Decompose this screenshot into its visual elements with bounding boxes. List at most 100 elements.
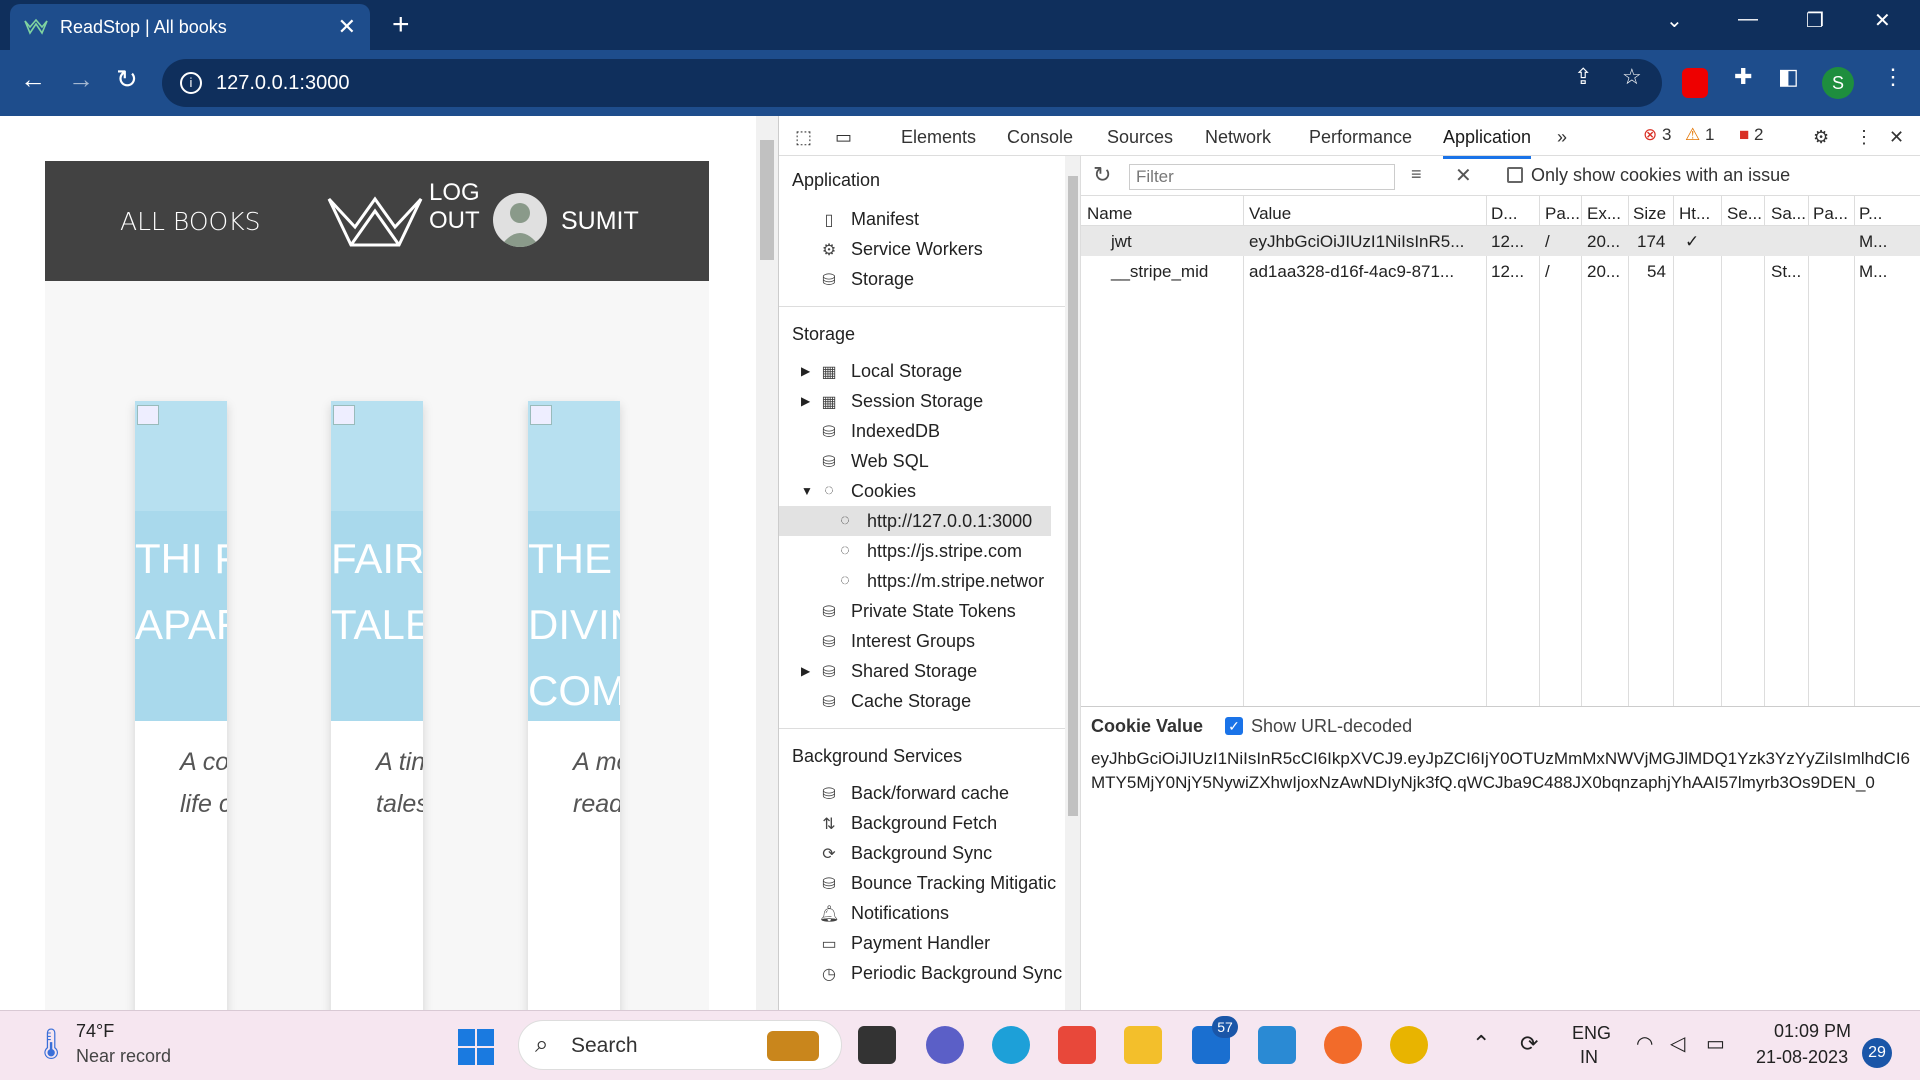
sidebar-item-private-state-tokens[interactable]: ⛁ Private State Tokens: [819, 596, 1015, 626]
windows-start-icon[interactable]: [458, 1029, 494, 1065]
sidebar-item-session-storage[interactable]: ▶ ▦ Session Storage: [801, 386, 983, 416]
delete-selected-icon[interactable]: ✕: [1455, 163, 1472, 188]
site-info-icon[interactable]: i: [180, 72, 202, 94]
filter-input[interactable]: Filter: [1129, 164, 1395, 190]
sidebar-item-service-workers[interactable]: ⚙ Service Workers: [819, 234, 983, 264]
column-header[interactable]: Name: [1087, 204, 1132, 224]
column-header[interactable]: Sa...: [1771, 204, 1806, 224]
tab-close-icon[interactable]: ✕: [338, 14, 356, 40]
expand-arrow-icon[interactable]: ▶: [801, 394, 819, 408]
sidebar-item-interest-groups[interactable]: ⛁ Interest Groups: [819, 626, 975, 656]
page-scrollbar[interactable]: [756, 116, 778, 1010]
table-row[interactable]: jwt eyJhbGciOiJIUzI1NiIsInR5... 12... / …: [1081, 226, 1920, 256]
edge-browser-icon[interactable]: [992, 1026, 1030, 1064]
close-devtools-icon[interactable]: ✕: [1889, 127, 1904, 148]
expand-arrow-icon[interactable]: ▶: [801, 664, 819, 678]
reload-button[interactable]: ↻: [116, 64, 138, 95]
sync-tray-icon[interactable]: ⟳: [1520, 1031, 1538, 1057]
column-header[interactable]: Value: [1249, 204, 1291, 224]
share-icon[interactable]: ⇪: [1574, 64, 1592, 90]
error-count-badge[interactable]: ⊗ 3: [1643, 125, 1671, 145]
sidebar-scrollbar[interactable]: [1065, 156, 1080, 1010]
tab-console[interactable]: Console: [1007, 127, 1073, 148]
sidebar-item-notifications[interactable]: 🔔︎ Notifications: [819, 898, 949, 928]
language-top[interactable]: ENG: [1572, 1023, 1611, 1044]
back-button[interactable]: ←: [20, 64, 46, 95]
sidebar-item-storage[interactable]: ⛁ Storage: [819, 264, 914, 294]
cookie-value-text[interactable]: eyJhbGciOiJIUzI1NiIsInR5cCI6IkpXVCJ9.eyJ…: [1091, 747, 1911, 795]
sidebar-item-background-fetch[interactable]: ⇅ Background Fetch: [819, 808, 997, 838]
file-explorer-icon[interactable]: [1124, 1026, 1162, 1064]
expand-arrow-icon[interactable]: ▶: [801, 364, 819, 378]
warning-count-badge[interactable]: ⚠ 1: [1685, 125, 1714, 145]
sidebar-scrollbar-thumb[interactable]: [1068, 176, 1078, 816]
column-header[interactable]: Size: [1633, 204, 1666, 224]
new-tab-button[interactable]: +: [392, 10, 410, 40]
clock-date[interactable]: 21-08-2023: [1756, 1047, 1848, 1068]
settings-gear-icon[interactable]: ⚙: [1813, 127, 1829, 148]
volume-icon[interactable]: ◁: [1670, 1031, 1685, 1056]
book-card[interactable]: THE DIVIN COM A mon epic that read journ: [528, 401, 620, 1010]
tab-application[interactable]: Application: [1443, 127, 1532, 159]
mail-icon[interactable]: 57: [1192, 1016, 1238, 1064]
notification-count[interactable]: 29: [1862, 1038, 1892, 1068]
clear-all-icon[interactable]: ≡: [1411, 164, 1422, 185]
column-header[interactable]: Pa...: [1813, 204, 1848, 224]
taskbar-search[interactable]: ⌕ Search: [518, 1020, 842, 1070]
cookie-origin-js-stripe[interactable]: ◌ https://js.stripe.com: [835, 536, 1022, 566]
thermometer-icon[interactable]: 🌡︎: [32, 1027, 70, 1062]
crown-logo-icon[interactable]: [325, 191, 425, 251]
teams-chat-icon[interactable]: [926, 1026, 964, 1064]
weather-temp[interactable]: 74°F: [76, 1021, 114, 1042]
collapse-arrow-icon[interactable]: ▼: [801, 484, 819, 498]
forward-button[interactable]: →: [68, 64, 94, 95]
show-decoded-checkbox[interactable]: ✓: [1225, 717, 1243, 735]
sidebar-item-shared-storage[interactable]: ▶ ⛁ Shared Storage: [801, 656, 977, 686]
user-name[interactable]: SUMIT: [561, 207, 639, 236]
more-tabs-icon[interactable]: »: [1557, 127, 1567, 148]
tab-performance[interactable]: Performance: [1309, 127, 1412, 148]
column-header[interactable]: D...: [1491, 204, 1517, 224]
chrome-icon[interactable]: [1390, 1026, 1428, 1064]
column-header[interactable]: Se...: [1727, 204, 1762, 224]
user-avatar[interactable]: [493, 193, 547, 247]
book-card[interactable]: THI FALL APAR A co nove explo life c Oko…: [135, 401, 227, 1010]
tab-search-icon[interactable]: ⌄: [1666, 8, 1683, 33]
tab-elements[interactable]: Elements: [901, 127, 976, 148]
cookie-origin-m-stripe[interactable]: ◌ https://m.stripe.networ: [835, 566, 1044, 596]
drawing-app-icon[interactable]: [1324, 1026, 1362, 1064]
nav-all-books-link[interactable]: ALL BOOKS: [120, 207, 260, 236]
bookmark-star-icon[interactable]: ☆: [1622, 64, 1642, 90]
profile-avatar[interactable]: S: [1822, 67, 1854, 99]
sidebar-item-local-storage[interactable]: ▶ ▦ Local Storage: [801, 356, 962, 386]
refresh-icon[interactable]: ↻: [1093, 162, 1111, 188]
page-scrollbar-thumb[interactable]: [760, 140, 774, 260]
chevron-up-icon[interactable]: ⌃: [1472, 1031, 1490, 1057]
vscode-icon[interactable]: [1258, 1026, 1296, 1064]
address-bar[interactable]: i 127.0.0.1:3000: [162, 59, 1662, 107]
sidebar-item-indexeddb[interactable]: ⛁ IndexedDB: [819, 416, 940, 446]
sidebar-item-payment-handler[interactable]: ▭ Payment Handler: [819, 928, 990, 958]
wifi-icon[interactable]: ◠: [1636, 1031, 1653, 1056]
tab-network[interactable]: Network: [1205, 127, 1271, 148]
clock-time[interactable]: 01:09 PM: [1774, 1021, 1851, 1042]
tab-sources[interactable]: Sources: [1107, 127, 1173, 148]
sidebar-item-periodic-sync[interactable]: ◷ Periodic Background Sync: [819, 958, 1062, 988]
sidebar-item-background-sync[interactable]: ⟳ Background Sync: [819, 838, 992, 868]
extensions-icon[interactable]: ✚: [1734, 64, 1752, 90]
inspect-element-icon[interactable]: ⬚: [795, 127, 812, 148]
column-header[interactable]: Ex...: [1587, 204, 1621, 224]
sidebar-item-cookies[interactable]: ▼ ◌ Cookies: [801, 476, 916, 506]
table-row[interactable]: __stripe_mid ad1aa328-d16f-4ac9-871... 1…: [1081, 256, 1920, 286]
column-header[interactable]: P...: [1859, 204, 1882, 224]
weather-desc[interactable]: Near record: [76, 1046, 171, 1067]
battery-icon[interactable]: ▭: [1706, 1031, 1725, 1056]
restore-button[interactable]: ❐: [1806, 8, 1824, 33]
only-issues-checkbox[interactable]: [1507, 167, 1523, 183]
device-toolbar-icon[interactable]: ▭: [835, 127, 852, 148]
adblock-extension-icon[interactable]: [1682, 68, 1708, 98]
issues-count-badge[interactable]: ■ 2: [1739, 125, 1763, 145]
microsoft-store-icon[interactable]: [1058, 1026, 1096, 1064]
column-header[interactable]: Ht...: [1679, 204, 1710, 224]
menu-kebab-icon[interactable]: ⋮: [1882, 64, 1904, 90]
